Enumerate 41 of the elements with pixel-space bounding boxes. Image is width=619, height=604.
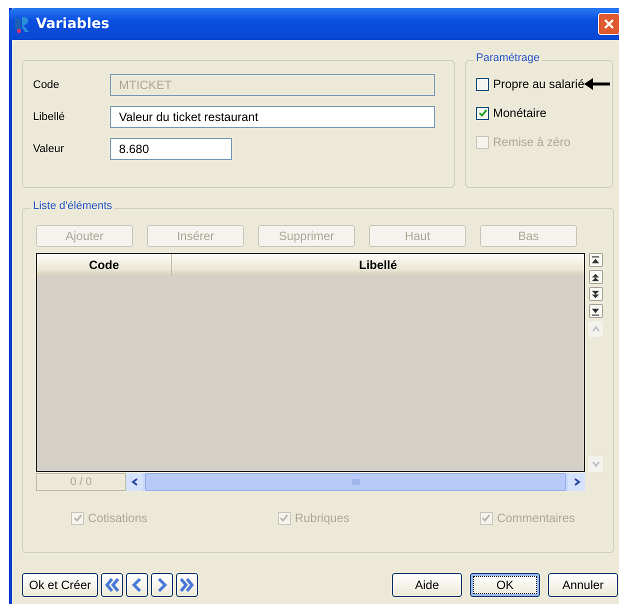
field-label: Code (33, 79, 60, 91)
record-counter: 0 / 0 (36, 473, 126, 491)
field-label: Libellé (33, 111, 66, 123)
double-down-arrow-icon (591, 306, 600, 316)
checkbox-label: Propre au salarié (493, 77, 584, 91)
grip-icon (352, 479, 360, 485)
page-down-button[interactable] (588, 287, 602, 301)
checkbox[interactable] (476, 106, 489, 120)
first-record-button[interactable] (101, 573, 124, 597)
checkbox-label: Remise à zéro (493, 135, 570, 149)
checkbox-label: Monétaire (493, 106, 546, 120)
input-field[interactable]: 8.680 (110, 138, 232, 160)
column-header[interactable]: Libellé (172, 254, 584, 276)
horizontal-scrollbar[interactable] (126, 473, 585, 491)
group-title: Liste d'éléments (31, 200, 114, 212)
double-up-arrow-icon (591, 272, 600, 282)
checkbox-label: Rubriques (294, 511, 350, 525)
previous-record-button[interactable] (126, 573, 148, 597)
ok-and-create-button[interactable]: Ok et Créer (22, 573, 98, 597)
scroll-top-button[interactable] (588, 253, 602, 267)
double-left-arrow-icon (104, 577, 120, 593)
dialog-button[interactable]: Aide (392, 573, 462, 597)
dialog-button[interactable]: OK (470, 573, 540, 597)
double-right-arrow-icon (179, 577, 196, 593)
close-button[interactable] (598, 13, 619, 35)
scroll-bottom-button[interactable] (588, 304, 602, 318)
double-down-arrow-icon (591, 290, 600, 298)
next-record-button[interactable] (151, 573, 174, 597)
page-up-button[interactable] (588, 270, 602, 284)
double-up-arrow-icon (591, 256, 600, 264)
dialog-button[interactable]: Annuler (548, 573, 618, 597)
window-title: Variables (36, 16, 110, 32)
checkbox[interactable] (476, 78, 489, 90)
input-field[interactable]: Valeur du ticket restaurant (110, 106, 435, 128)
column-header[interactable]: Code (37, 254, 172, 276)
close-icon (603, 18, 615, 30)
last-record-button[interactable] (176, 573, 198, 597)
group-title: Paramétrage (474, 52, 542, 64)
checkbox-label: Commentaires (496, 511, 575, 525)
checkbox-label: Cotisations (88, 511, 148, 525)
field-label: Valeur (33, 143, 65, 155)
